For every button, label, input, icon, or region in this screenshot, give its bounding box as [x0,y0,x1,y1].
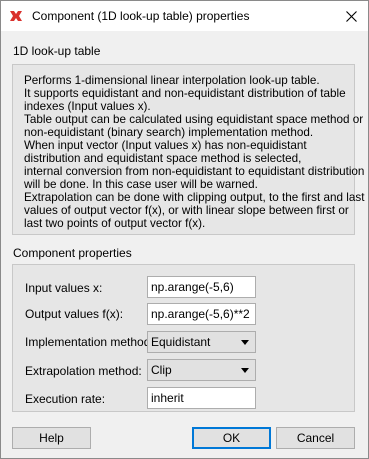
close-button[interactable] [334,1,368,31]
ok-button[interactable]: OK [192,427,271,449]
properties-group-label: Component properties [13,246,132,260]
description-line: distribution and equidistant space metho… [24,152,302,165]
description-line: last two points of output vector f(x). [24,217,206,230]
execution-rate-label: Execution rate: [25,392,106,406]
input-values-label: Input values x: [25,281,103,295]
implementation-method-label: Implementation method: [25,335,154,349]
description-line: Performs 1-dimensional linear interpolat… [24,74,320,87]
description-line: Extrapolation can be done with clipping … [24,191,365,204]
execution-rate-field[interactable]: inherit [147,387,256,409]
dialog-window: Component (1D look-up table) properties … [0,0,369,459]
title-bar[interactable]: Component (1D look-up table) properties [1,1,368,31]
input-values-field[interactable]: np.arange(-5,6) [147,276,256,298]
extrapolation-method-select[interactable]: Clip [147,359,256,381]
implementation-method-select[interactable]: Equidistant [147,331,256,353]
cancel-button[interactable]: Cancel [276,427,355,449]
description-group-label: 1D look-up table [13,44,101,58]
description-line: values of output vector f(x), or with li… [24,204,349,217]
description-line: When input vector (Input values x) has n… [24,139,307,152]
extrapolation-method-value: Clip [151,363,172,377]
output-values-label: Output values f(x): [25,307,124,321]
properties-panel: Input values x: np.arange(-5,6) Output v… [12,264,355,412]
description-line: will be done. In this case user will be … [24,178,258,191]
app-icon [9,9,23,23]
description-line: indexes (Input values x). [24,100,151,113]
implementation-method-value: Equidistant [151,335,211,349]
description-line: It supports equidistant and non-equidist… [24,87,346,100]
output-values-field[interactable]: np.arange(-5,6)**2 [147,303,256,325]
description-box: Performs 1-dimensional linear interpolat… [12,64,364,235]
close-icon [345,10,357,22]
extrapolation-method-label: Extrapolation method: [25,364,142,378]
description-line: internal conversion from non-equidistant… [24,165,365,178]
description-line: non-equidistant (binary search) implemen… [24,126,314,139]
chevron-down-icon [241,368,249,373]
help-button[interactable]: Help [12,427,91,449]
description-line: Table output can be calculated using equ… [24,113,364,126]
window-title: Component (1D look-up table) properties [32,9,250,23]
chevron-down-icon [241,340,249,345]
